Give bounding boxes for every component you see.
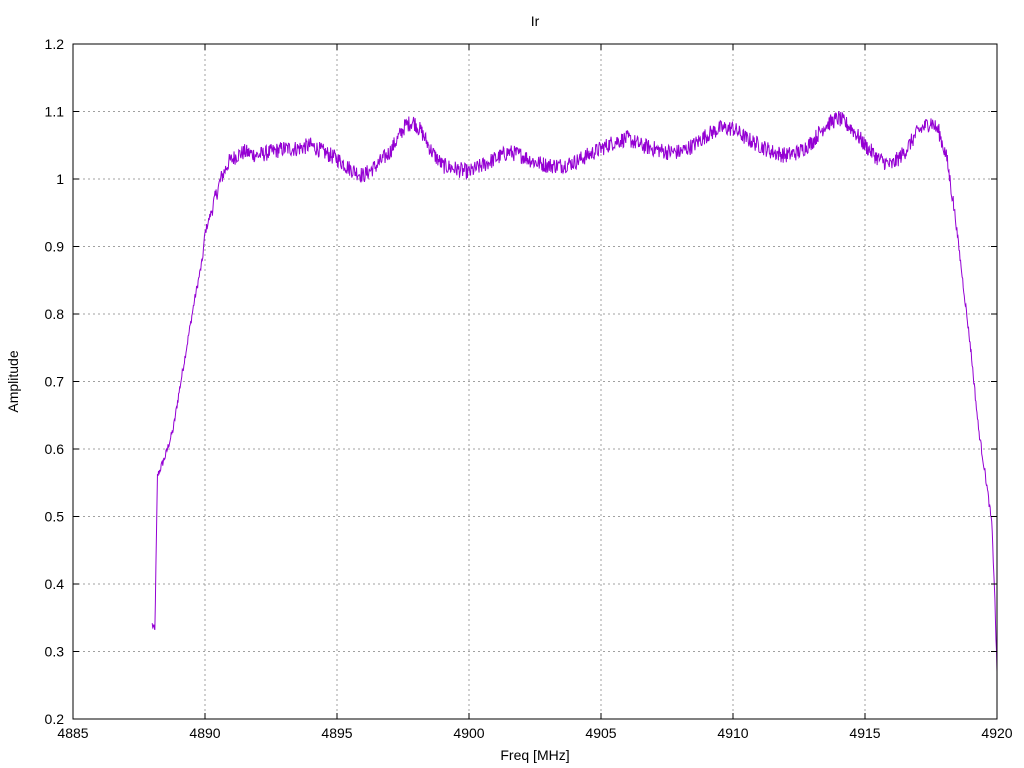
y-axis-title: Amplitude: [5, 350, 21, 412]
x-tick-label: 4900: [453, 725, 484, 741]
x-tick-label: 4920: [981, 725, 1012, 741]
x-tick-label: 4885: [57, 725, 88, 741]
y-tick-label: 0.5: [45, 509, 65, 525]
data-layer: [151, 111, 998, 672]
y-tick-label: 0.6: [45, 441, 65, 457]
chart: 4885 4890 4895 4900 4905 4910 4915 4920 0.2 0.3 0.…: [5, 13, 1013, 763]
x-axis-title: Freq [MHz]: [500, 747, 569, 763]
x-tick-label: 4905: [585, 725, 616, 741]
x-tick-label: 4895: [321, 725, 352, 741]
grid: [73, 44, 997, 719]
x-tick-label: 4890: [189, 725, 220, 741]
y-tick-label: 0.2: [45, 711, 65, 727]
y-tick-label: 1.2: [45, 36, 65, 52]
y-tick-label: 0.8: [45, 306, 65, 322]
y-tick-label: 0.4: [45, 576, 65, 592]
y-tick-label: 0.7: [45, 374, 65, 390]
y-tick-label: 1.1: [45, 104, 65, 120]
y-tick-label: 1: [56, 171, 64, 187]
x-tick-label: 4910: [717, 725, 748, 741]
y-tick-label: 0.9: [45, 239, 65, 255]
x-tick-label: 4915: [849, 725, 880, 741]
y-tick-label: 0.3: [45, 644, 65, 660]
series-line: [151, 111, 998, 672]
chart-title: Ir: [531, 13, 540, 29]
ticks: 4885 4890 4895 4900 4905 4910 4915 4920 0.2 0.3 0.…: [45, 36, 1013, 741]
